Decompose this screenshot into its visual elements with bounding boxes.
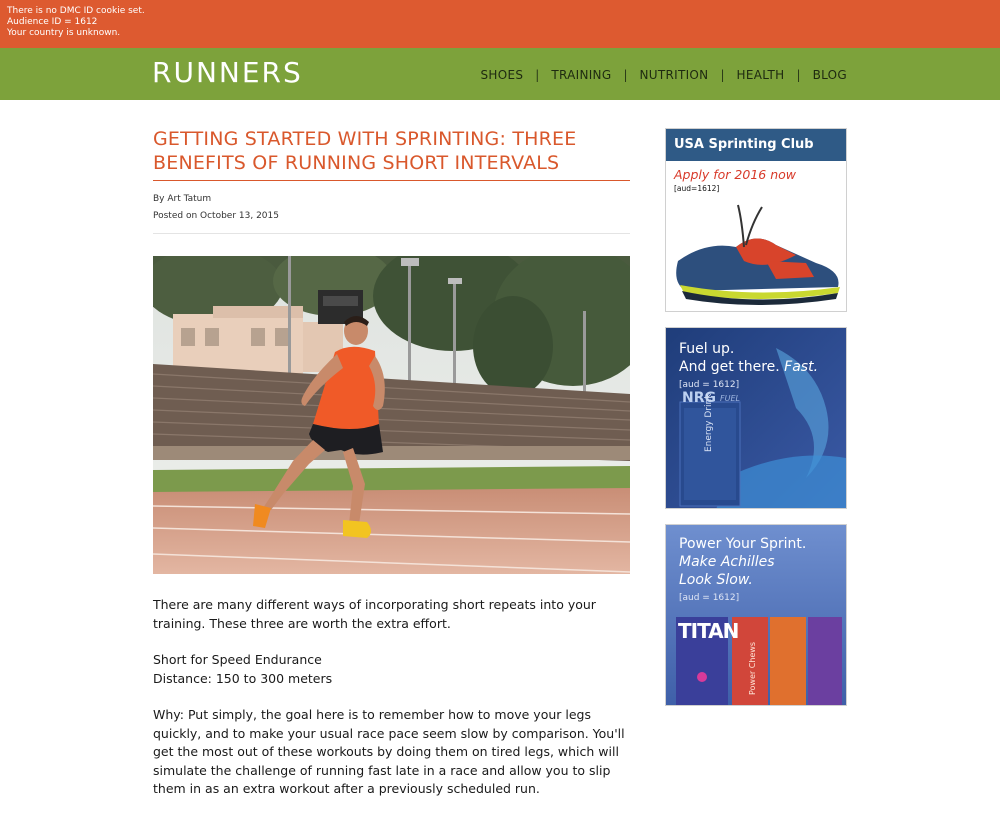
article-paragraph-why: Why: Put simply, the goal here is to rem…: [153, 707, 625, 796]
nav-separator: |: [720, 68, 725, 82]
article-title: GETTING STARTED WITH SPRINTING: THREE BE…: [153, 127, 630, 181]
main-nav: SHOES | TRAINING | NUTRITION | HEALTH | …: [480, 68, 847, 82]
ad-audience-id: [aud=1612]: [674, 184, 720, 193]
article-body: There are many different ways of incorpo…: [153, 596, 630, 799]
site-header: RUNNERS SHOES | TRAINING | NUTRITION | H…: [0, 48, 1000, 100]
brand-name: TITAN: [678, 619, 739, 643]
dmc-notice-bar: There is no DMC ID cookie set. Audience …: [0, 0, 1000, 48]
ad-titan-power-chews[interactable]: Power Your Sprint. Make Achilles Look Sl…: [665, 524, 847, 706]
ad-copy-line: And get there. Fast.: [679, 358, 818, 376]
ad-heading: USA Sprinting Club: [666, 129, 846, 161]
nav-blog[interactable]: BLOG: [813, 68, 847, 82]
nav-separator: |: [535, 68, 540, 82]
article-paragraph-section: Short for Speed Endurance Distance: 150 …: [153, 651, 630, 688]
product-sub: FUEL: [720, 394, 740, 403]
hero-image-sprinter: [153, 256, 630, 574]
sidebar-ads: USA Sprinting Club Apply for 2016 now [a…: [665, 128, 847, 721]
article-date: Posted on October 13, 2015: [153, 211, 279, 221]
nav-separator: |: [796, 68, 801, 82]
hero-image-art: [153, 256, 630, 574]
ad-copy-emphasis: Fast.: [784, 359, 819, 375]
ad-audience-id: [aud = 1612]: [679, 380, 740, 390]
ad-energy-drink[interactable]: Fuel up. And get there. Fast. [aud = 161…: [665, 327, 847, 509]
product-label: Energy Drink: [704, 393, 714, 452]
article-author: By Art Tatum: [153, 194, 212, 204]
ad-usa-sprinting-club[interactable]: USA Sprinting Club Apply for 2016 now [a…: [665, 128, 847, 312]
site-logo[interactable]: RUNNERS: [152, 56, 303, 89]
ad-copy-text: And get there.: [679, 359, 780, 375]
ad-tagline: Apply for 2016 now: [674, 167, 797, 182]
ad-copy-line: Make Achilles: [679, 554, 775, 570]
ad-copy-line: Look Slow.: [679, 572, 753, 588]
dmc-notice-line: Audience ID = 1612: [7, 17, 98, 27]
dmc-notice-line: Your country is unknown.: [7, 28, 121, 38]
section-heading: Short for Speed Endurance: [153, 652, 322, 667]
nav-separator: |: [623, 68, 628, 82]
article-byline: By Art Tatum Posted on October 13, 2015: [153, 191, 630, 234]
nav-training[interactable]: TRAINING: [551, 68, 611, 82]
article-paragraph-intro: There are many different ways of incorpo…: [153, 597, 596, 631]
section-distance: Distance: 150 to 300 meters: [153, 670, 333, 686]
nav-health[interactable]: HEALTH: [737, 68, 785, 82]
dmc-notice-line: There is no DMC ID cookie set.: [7, 6, 145, 16]
nav-shoes[interactable]: SHOES: [480, 68, 523, 82]
nav-nutrition[interactable]: NUTRITION: [639, 68, 708, 82]
ad-copy-line: Fuel up.: [679, 341, 735, 357]
article: GETTING STARTED WITH SPRINTING: THREE BE…: [153, 127, 630, 817]
product-label: Power Chews: [748, 641, 757, 695]
shoe-icon: [676, 204, 840, 305]
ad-copy-line: Power Your Sprint.: [679, 536, 807, 552]
ad-audience-id: [aud = 1612]: [679, 593, 740, 603]
